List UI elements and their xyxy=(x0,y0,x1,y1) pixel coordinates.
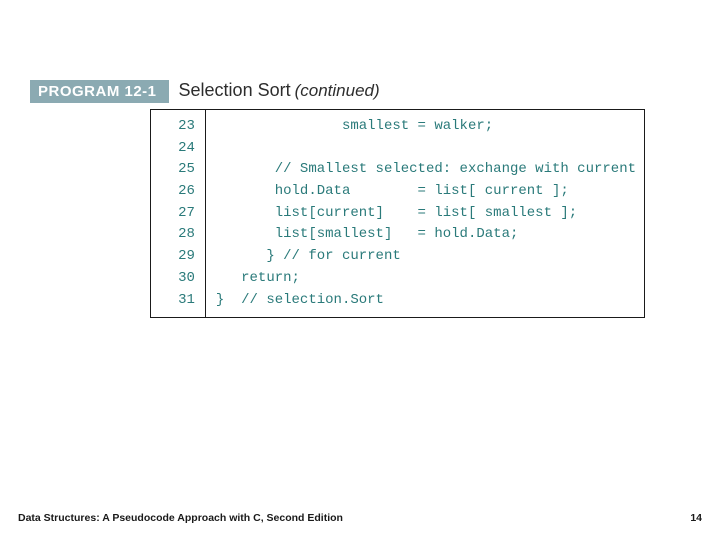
line-numbers: 23 24 25 26 27 28 29 30 31 xyxy=(151,110,206,317)
footer: Data Structures: A Pseudocode Approach w… xyxy=(18,512,702,524)
footer-text: Data Structures: A Pseudocode Approach w… xyxy=(18,512,343,524)
program-title-wrap: Selection Sort (continued) xyxy=(179,80,380,101)
code-box: 23 24 25 26 27 28 29 30 31 smallest = wa… xyxy=(150,109,645,318)
program-title: Selection Sort xyxy=(179,80,291,100)
program-header: PROGRAM 12-1 Selection Sort (continued) xyxy=(30,80,690,103)
program-label: PROGRAM 12-1 xyxy=(30,80,169,103)
slide-content: PROGRAM 12-1 Selection Sort (continued) … xyxy=(0,0,720,318)
program-continued: (continued) xyxy=(295,81,380,100)
footer-page: 14 xyxy=(690,512,702,524)
code-area: smallest = walker; // Smallest selected:… xyxy=(206,110,644,317)
